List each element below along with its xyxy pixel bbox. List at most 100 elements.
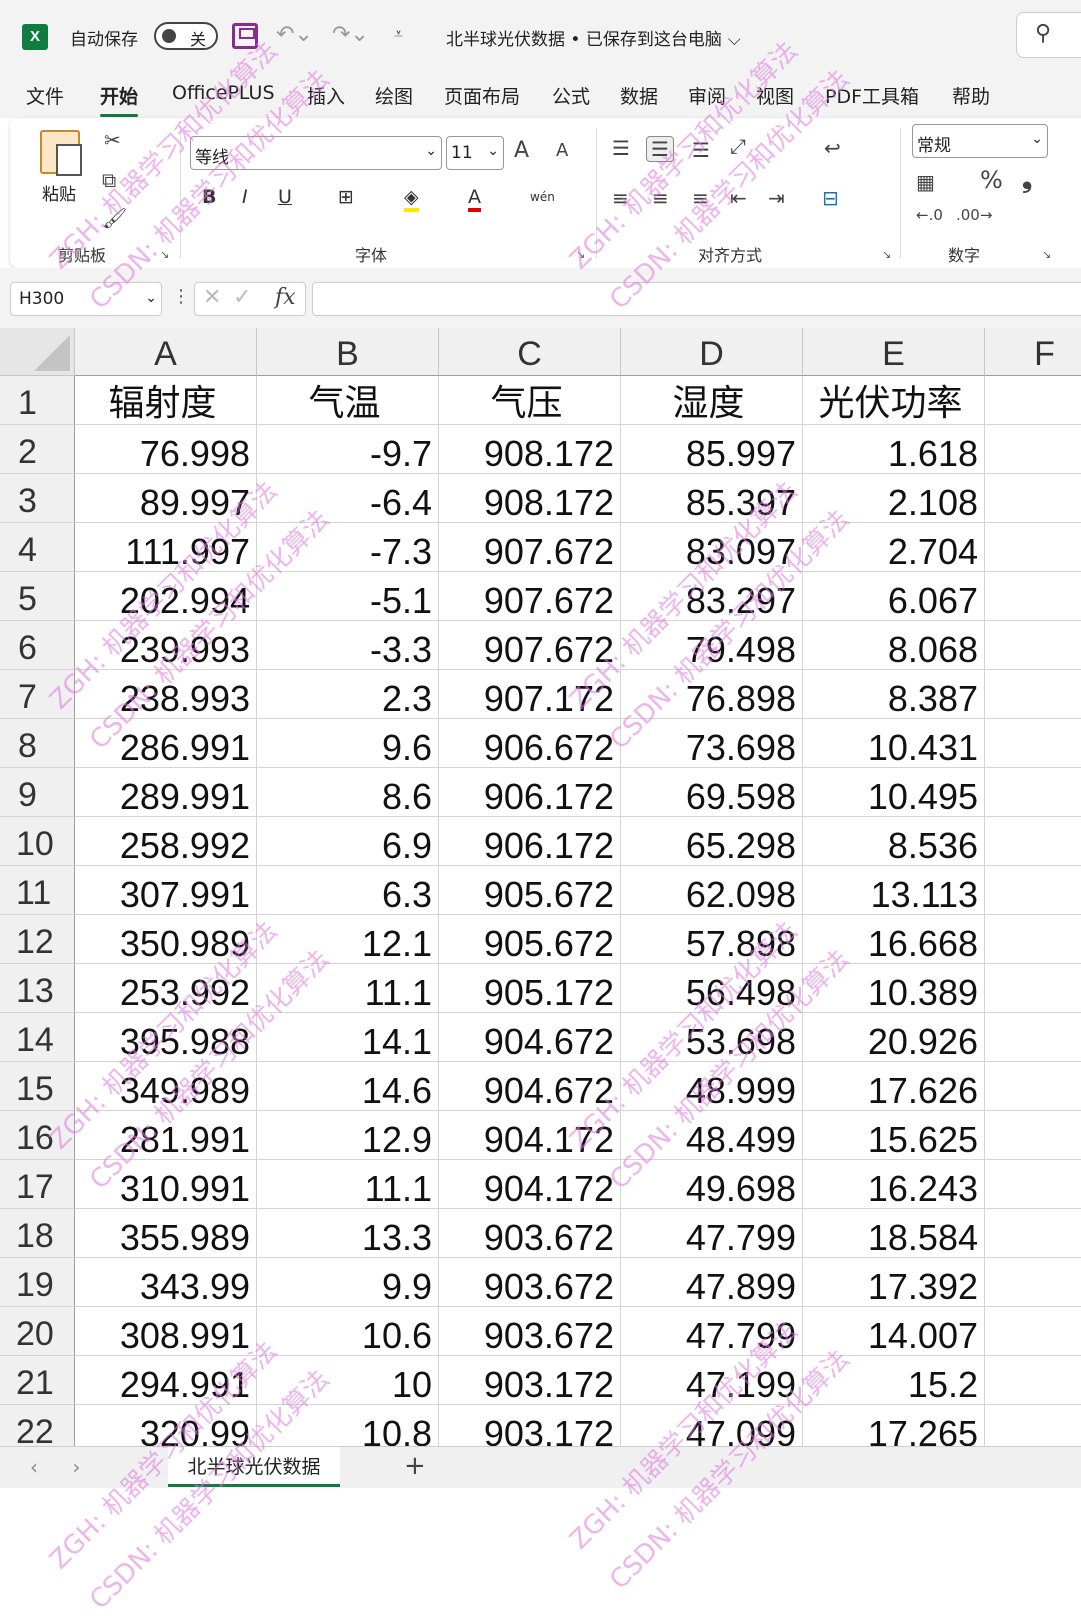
data-cell[interactable]: 20.926 (803, 1013, 985, 1062)
data-cell[interactable]: 8.387 (803, 670, 985, 719)
row-header[interactable]: 20 (0, 1307, 75, 1356)
empty-cell[interactable] (985, 964, 1081, 1013)
menu-draw[interactable]: 绘图 (375, 82, 413, 109)
paste-icon[interactable] (40, 130, 82, 176)
data-cell[interactable]: 57.898 (621, 915, 803, 964)
empty-cell[interactable] (985, 1405, 1081, 1446)
document-title[interactable]: 北半球光伏数据 • 已保存到这台电脑 ⌵ (446, 25, 741, 50)
data-cell[interactable]: 320.99 (75, 1405, 257, 1446)
data-cell[interactable]: 258.992 (75, 817, 257, 866)
data-cell[interactable]: 349.989 (75, 1062, 257, 1111)
select-all-button[interactable] (0, 328, 75, 376)
menu-page-layout[interactable]: 页面布局 (444, 82, 520, 109)
data-cell[interactable]: 76.898 (621, 670, 803, 719)
confirm-icon[interactable]: ✓ (233, 285, 251, 310)
menu-formulas[interactable]: 公式 (552, 82, 590, 109)
data-cell[interactable]: 906.672 (439, 719, 621, 768)
dialog-launcher-icon[interactable]: ↘ (576, 248, 585, 261)
header-cell[interactable]: 光伏功率 (803, 376, 985, 425)
empty-cell[interactable] (985, 425, 1081, 474)
data-cell[interactable]: 111.997 (75, 523, 257, 572)
data-cell[interactable]: 2.108 (803, 474, 985, 523)
data-cell[interactable]: 904.172 (439, 1160, 621, 1209)
data-cell[interactable]: 47.799 (621, 1209, 803, 1258)
font-name-select[interactable]: 等线 ⌄ (190, 136, 442, 170)
data-cell[interactable]: 73.698 (621, 719, 803, 768)
font-size-select[interactable]: 11 ⌄ (446, 136, 504, 170)
row-header[interactable]: 2 (0, 425, 75, 474)
data-cell[interactable]: 10.431 (803, 719, 985, 768)
cut-icon[interactable]: ✂ (104, 128, 121, 152)
menu-pdf-tools[interactable]: PDF工具箱 (825, 82, 919, 109)
row-header[interactable]: 4 (0, 523, 75, 572)
data-cell[interactable]: -7.3 (257, 523, 439, 572)
data-cell[interactable]: 903.172 (439, 1405, 621, 1446)
grow-font-icon[interactable]: A (514, 138, 529, 163)
data-cell[interactable]: 13.3 (257, 1209, 439, 1258)
data-cell[interactable]: 903.672 (439, 1307, 621, 1356)
formula-input[interactable] (312, 282, 1081, 316)
data-cell[interactable]: 10.8 (257, 1405, 439, 1446)
data-cell[interactable]: 69.598 (621, 768, 803, 817)
accounting-format-icon[interactable]: ▦ (916, 170, 935, 194)
empty-cell[interactable] (985, 1062, 1081, 1111)
empty-cell[interactable] (985, 1356, 1081, 1405)
sheet-tab-active[interactable]: 北半球光伏数据 (168, 1447, 340, 1487)
row-header[interactable]: 8 (0, 719, 75, 768)
data-cell[interactable]: 83.297 (621, 572, 803, 621)
empty-cell[interactable] (985, 1160, 1081, 1209)
copy-icon[interactable]: ⧉ (102, 168, 116, 192)
data-cell[interactable]: 79.498 (621, 621, 803, 670)
data-cell[interactable]: 10 (257, 1356, 439, 1405)
data-cell[interactable]: -6.4 (257, 474, 439, 523)
search-box[interactable]: ⚲ (1016, 12, 1081, 58)
data-cell[interactable]: 16.668 (803, 915, 985, 964)
data-cell[interactable]: 307.991 (75, 866, 257, 915)
data-cell[interactable]: 355.989 (75, 1209, 257, 1258)
data-cell[interactable]: 239.993 (75, 621, 257, 670)
data-cell[interactable]: -9.7 (257, 425, 439, 474)
decrease-decimal-icon[interactable]: .00→ (956, 206, 992, 224)
data-cell[interactable]: 905.672 (439, 915, 621, 964)
row-header[interactable]: 10 (0, 817, 75, 866)
fill-color-icon[interactable]: ◈ (404, 186, 419, 212)
borders-icon[interactable]: ⊞ (338, 186, 354, 208)
row-header[interactable]: 6 (0, 621, 75, 670)
data-cell[interactable]: 47.899 (621, 1258, 803, 1307)
align-bottom-icon[interactable]: ☰ (692, 138, 710, 162)
row-header[interactable]: 21 (0, 1356, 75, 1405)
data-cell[interactable]: 202.994 (75, 572, 257, 621)
save-icon[interactable] (232, 23, 258, 49)
row-header[interactable]: 16 (0, 1111, 75, 1160)
column-header[interactable]: E (803, 328, 985, 376)
dialog-launcher-icon[interactable]: ↘ (160, 248, 169, 261)
data-cell[interactable]: 905.672 (439, 866, 621, 915)
row-header[interactable]: 9 (0, 768, 75, 817)
data-cell[interactable]: 253.992 (75, 964, 257, 1013)
data-cell[interactable]: 15.625 (803, 1111, 985, 1160)
sheet-nav-arrows[interactable]: ‹ › (30, 1455, 94, 1479)
data-cell[interactable]: 905.172 (439, 964, 621, 1013)
insert-function-button[interactable]: fx (275, 285, 296, 310)
data-cell[interactable]: 49.698 (621, 1160, 803, 1209)
data-cell[interactable]: 904.672 (439, 1062, 621, 1111)
data-cell[interactable]: 17.626 (803, 1062, 985, 1111)
data-cell[interactable]: 47.099 (621, 1405, 803, 1446)
format-painter-icon[interactable]: 🖌 (102, 206, 127, 230)
data-cell[interactable]: 62.098 (621, 866, 803, 915)
data-cell[interactable]: 10.389 (803, 964, 985, 1013)
menu-insert[interactable]: 插入 (307, 82, 345, 109)
orientation-icon[interactable]: ⤢ (730, 134, 746, 158)
data-cell[interactable]: 8.068 (803, 621, 985, 670)
phonetic-icon[interactable]: wén (530, 190, 555, 204)
data-cell[interactable]: 8.6 (257, 768, 439, 817)
dialog-launcher-icon[interactable]: ↘ (1042, 248, 1051, 261)
data-cell[interactable]: 6.9 (257, 817, 439, 866)
data-cell[interactable]: 10.6 (257, 1307, 439, 1356)
row-header[interactable]: 22 (0, 1405, 75, 1446)
row-header[interactable]: 3 (0, 474, 75, 523)
font-color-button[interactable]: A (468, 186, 481, 212)
row-header[interactable]: 13 (0, 964, 75, 1013)
empty-cell[interactable] (985, 915, 1081, 964)
menu-home[interactable]: 开始 (100, 82, 139, 117)
